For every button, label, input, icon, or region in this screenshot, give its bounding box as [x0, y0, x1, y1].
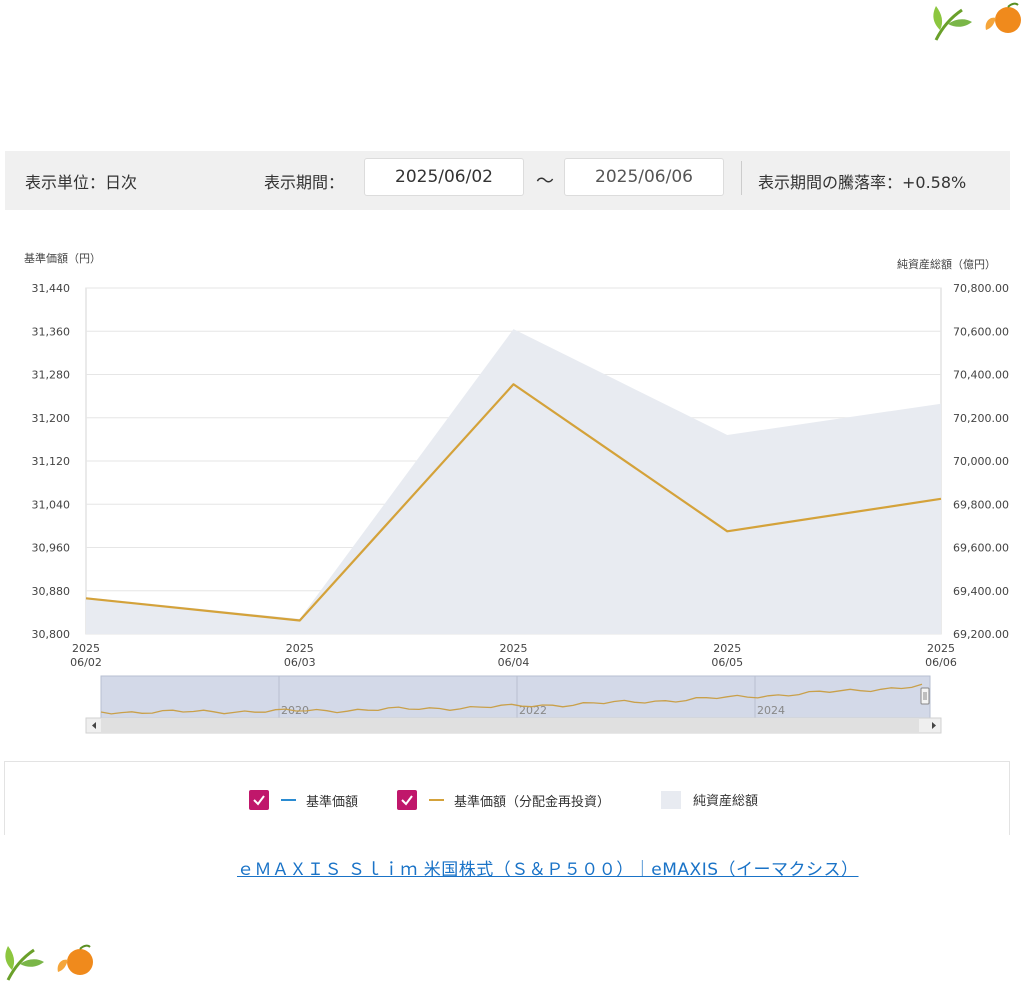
navigator-scrollbar-thumb [101, 719, 919, 732]
y-left-tick-label: 31,280 [32, 369, 71, 382]
legend-area-swatch-icon [661, 790, 681, 809]
navigator-year-label: 2024 [757, 704, 785, 717]
x-tick-label-year: 2025 [286, 642, 314, 655]
y-left-tick-label: 30,880 [32, 585, 71, 598]
period-change-rate: 表示期間の騰落率：+0.58% [758, 173, 967, 192]
divider [741, 161, 742, 195]
x-tick-label-year: 2025 [927, 642, 955, 655]
x-tick-label-date: 06/04 [498, 656, 530, 669]
y-left-tick-label: 30,960 [32, 542, 71, 555]
legend-line-blue-icon [281, 799, 296, 801]
y-right-tick-label: 70,200.00 [953, 412, 1009, 425]
display-controls-bar: 表示単位：日次 表示期間： 2025/06/02 ～ 2025/06/06 表示… [5, 151, 1010, 210]
y-right-tick-label: 69,600.00 [953, 542, 1009, 555]
y-right-tick-label: 70,000.00 [953, 455, 1009, 468]
y-right-tick-label: 70,800.00 [953, 282, 1009, 295]
chart-legend: 基準価額 基準価額（分配金再投資） 純資産総額 [4, 761, 1010, 835]
legend-item-net-assets[interactable]: 純資産総額 [661, 790, 758, 809]
x-tick-label-year: 2025 [500, 642, 528, 655]
navigator-handle-icon [920, 687, 930, 705]
display-period-label: 表示期間： [264, 173, 345, 192]
price-chart[interactable]: 31,440 70,800.00 31,360 70,600.00 31,280 70,4… [0, 240, 1024, 740]
x-tick-label-date: 06/02 [70, 656, 102, 669]
display-unit-label[interactable]: 表示単位：日次 [25, 169, 137, 193]
date-to-input[interactable]: 2025/06/06 [564, 158, 724, 196]
y-right-tick-label: 70,600.00 [953, 325, 1009, 338]
y-left-tick-label: 31,360 [32, 325, 71, 338]
y-left-tick-label: 31,120 [32, 455, 71, 468]
leaf-orange-decoration-icon [5, 944, 93, 981]
date-from-input[interactable]: 2025/06/02 [364, 158, 524, 196]
checkbox-checked-icon[interactable] [249, 790, 269, 810]
y-right-tick-label: 69,400.00 [953, 585, 1009, 598]
chart-area: 基準価額（円） 純資産総額（億円） 31,440 70,800.00 31,360 7… [0, 240, 1024, 740]
legend-label-net-assets: 純資産総額 [693, 794, 759, 809]
x-tick-label-year: 2025 [713, 642, 741, 655]
y-right-tick-label: 69,200.00 [953, 628, 1009, 641]
legend-item-nav[interactable]: 基準価額 [249, 790, 358, 810]
date-range-separator: ～ [536, 171, 554, 192]
y-left-tick-label: 31,040 [32, 498, 71, 511]
y-left-tick-label: 31,200 [32, 412, 71, 425]
navigator-selection [100, 675, 931, 719]
y-right-tick-label: 69,800.00 [953, 498, 1009, 511]
leaf-orange-decoration-icon [933, 2, 1021, 41]
y-left-tick-label: 30,800 [32, 628, 71, 641]
legend-label-nav: 基準価額 [306, 794, 359, 810]
x-tick-label-date: 06/05 [711, 656, 743, 669]
checkbox-checked-icon[interactable] [397, 790, 417, 810]
legend-item-nav-reinvested[interactable]: 基準価額（分配金再投資） [397, 790, 610, 810]
x-tick-label-year: 2025 [72, 642, 100, 655]
y-left-tick-label: 31,440 [32, 282, 71, 295]
legend-line-gold-icon [429, 799, 444, 801]
legend-label-nav-reinvested: 基準価額（分配金再投資） [454, 794, 611, 810]
source-link[interactable]: ｅＭＡＸＩＳ Ｓｌｉｍ 米国株式（Ｓ＆Ｐ５００）｜eMAXIS（イーマクシス） [237, 855, 859, 880]
y-right-tick-label: 70,400.00 [953, 369, 1009, 382]
x-tick-label-date: 06/03 [284, 656, 316, 669]
x-tick-label-date: 06/06 [925, 656, 957, 669]
